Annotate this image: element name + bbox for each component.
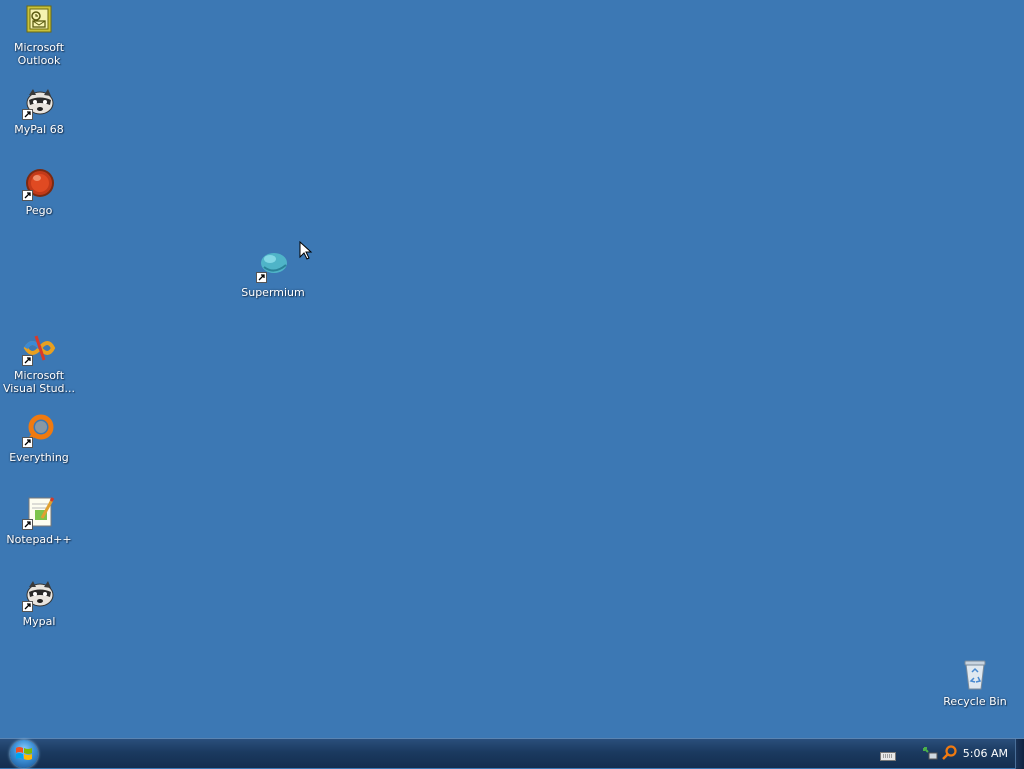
shortcut-arrow-icon [22, 519, 33, 530]
mouse-cursor-icon [299, 240, 313, 265]
desktop-icon-label: Everything [9, 451, 69, 464]
everything-icon [22, 414, 56, 448]
search-icon[interactable] [941, 745, 957, 765]
network-icon[interactable] [922, 745, 938, 765]
shortcut-arrow-icon [22, 355, 33, 366]
desktop-icon-recycle-bin[interactable]: Recycle Bin [936, 658, 1014, 708]
shortcut-arrow-icon [22, 109, 33, 120]
visual-studio-icon [22, 332, 56, 366]
desktop-icon-mypal[interactable]: Mypal [0, 578, 78, 628]
notepadpp-icon [22, 496, 56, 530]
desktop-icon-outlook[interactable]: Microsoft Outlook [0, 4, 78, 67]
desktop-icon-notepadpp[interactable]: Notepad++ [0, 496, 78, 546]
desktop-icon-label: Supermium [241, 286, 305, 299]
clock[interactable]: 5:06 AM [963, 747, 1008, 760]
pego-icon [22, 167, 56, 201]
start-orb-icon[interactable] [10, 740, 38, 768]
raccoon-icon [22, 578, 56, 612]
desktop-icon-label: Recycle Bin [943, 695, 1007, 708]
shortcut-arrow-icon [22, 190, 33, 201]
shortcut-arrow-icon [256, 272, 267, 283]
desktop-icon-label: Mypal [22, 615, 56, 628]
show-desktop-button[interactable] [1015, 739, 1024, 769]
raccoon-icon [22, 86, 56, 120]
desktop-icon-label: Notepad++ [6, 533, 72, 546]
desktop-icon-mypal-68[interactable]: MyPal 68 [0, 86, 78, 136]
recycle-bin-icon [958, 658, 992, 692]
desktop-icon-label: Pego [25, 204, 53, 217]
desktop-icon-label: Microsoft Outlook [13, 41, 65, 67]
desktop-icon-label: Microsoft Visual Stud... [2, 369, 76, 395]
desktop[interactable]: Microsoft Outlook MyPal 68 Pego Supermiu… [0, 0, 1024, 738]
desktop-icon-pego[interactable]: Pego [0, 167, 78, 217]
desktop-icon-label: MyPal 68 [14, 123, 64, 136]
outlook-icon [22, 4, 56, 38]
desktop-icon-visual-studio[interactable]: Microsoft Visual Stud... [0, 332, 78, 395]
keyboard-icon[interactable] [880, 747, 896, 766]
supermium-icon [256, 249, 290, 283]
shortcut-arrow-icon [22, 601, 33, 612]
shortcut-arrow-icon [22, 437, 33, 448]
desktop-icon-everything[interactable]: Everything [0, 414, 78, 464]
taskbar: 5:06 AM [0, 738, 1024, 769]
